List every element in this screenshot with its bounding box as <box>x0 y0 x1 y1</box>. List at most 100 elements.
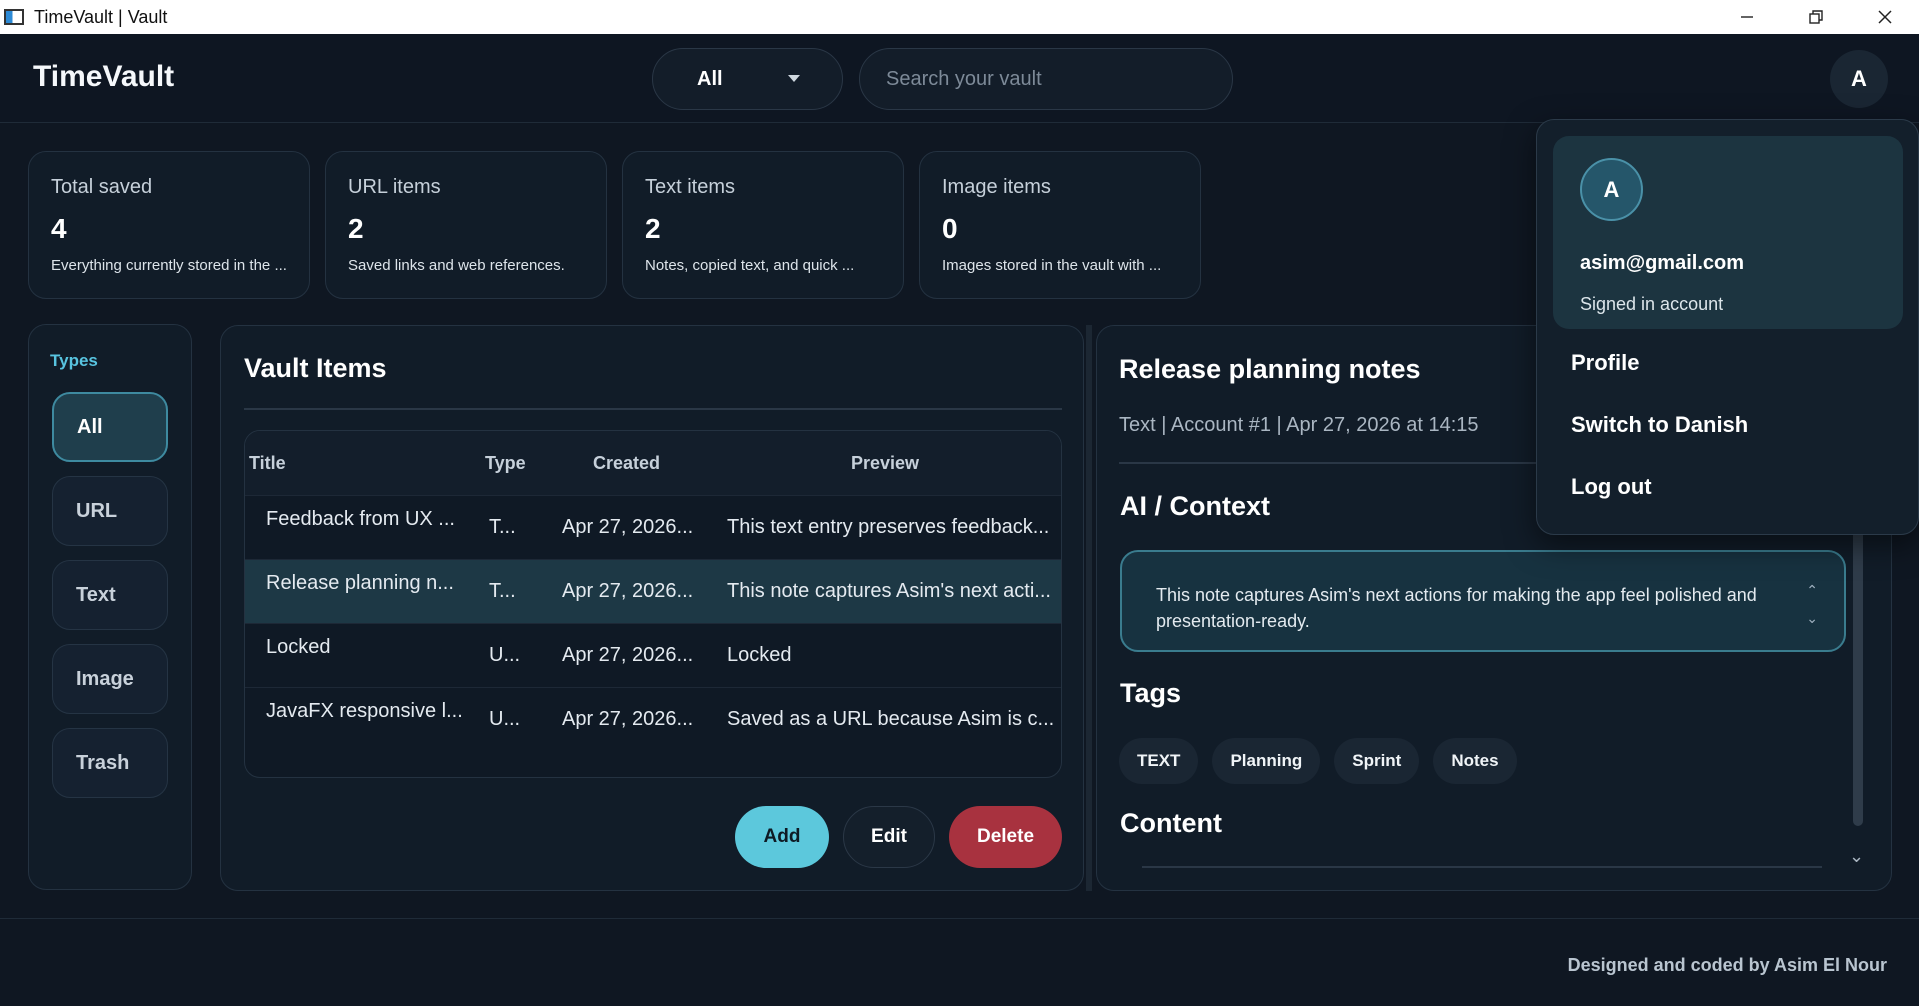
delete-button[interactable]: Delete <box>949 806 1062 868</box>
vault-items-table: Title Type Created Preview Feedback from… <box>244 430 1062 778</box>
cell-created: Apr 27, 2026... <box>562 708 694 730</box>
stat-value: 0 <box>942 213 958 244</box>
cell-title: Release planning n... <box>266 572 454 594</box>
stat-value: 4 <box>51 213 67 244</box>
scroll-down-chevron-icon[interactable]: ⌄ <box>1849 846 1864 867</box>
tag-chip[interactable]: Planning <box>1212 738 1321 784</box>
stat-card-total: Total saved 4 Everything currently store… <box>28 151 310 299</box>
cell-title: Feedback from UX ... <box>266 508 455 530</box>
vault-items-title: Vault Items <box>244 353 387 383</box>
avatar: A <box>1580 158 1643 221</box>
footer: Designed and coded by Asim El Nour <box>0 918 1919 1006</box>
table-row-selected[interactable]: Release planning n... T... Apr 27, 2026.… <box>245 559 1061 623</box>
ai-context-text: This note captures Asim's next actions f… <box>1156 585 1757 631</box>
restore-icon <box>1808 10 1823 24</box>
search-box[interactable] <box>859 48 1233 110</box>
profile-email: asim@gmail.com <box>1580 252 1745 274</box>
edit-button[interactable]: Edit <box>843 806 935 868</box>
footer-credit: Designed and coded by Asim El Nour <box>1567 955 1887 975</box>
detail-title: Release planning notes <box>1119 354 1421 384</box>
cell-title: JavaFX responsive l... <box>266 700 463 722</box>
caret-down-icon <box>788 75 800 82</box>
profile-dropdown-menu: A asim@gmail.com Signed in account Profi… <box>1536 119 1919 535</box>
tag-list: TEXT Planning Sprint Notes <box>1119 738 1517 784</box>
tag-chip[interactable]: TEXT <box>1119 738 1199 784</box>
minimize-icon <box>1740 16 1753 18</box>
tag-chip[interactable]: Notes <box>1433 738 1517 784</box>
window-controls <box>1712 0 1919 34</box>
detail-meta: Text | Account #1 | Apr 27, 2026 at 14:1… <box>1119 414 1479 436</box>
type-all-button[interactable]: All <box>52 392 168 462</box>
cell-preview: This text entry preserves feedback... <box>727 516 1050 538</box>
chevron-up-icon[interactable]: ⌃ <box>1806 576 1818 604</box>
add-button[interactable]: Add <box>735 806 829 868</box>
restore-button[interactable] <box>1781 0 1850 34</box>
table-row[interactable]: Feedback from UX ... T... Apr 27, 2026..… <box>245 495 1061 559</box>
divider <box>244 408 1062 410</box>
minimize-button[interactable] <box>1712 0 1781 34</box>
stat-label: Image items <box>942 176 1051 198</box>
stat-label: Text items <box>645 176 736 198</box>
table-row[interactable]: Locked U... Apr 27, 2026... Locked <box>245 623 1061 687</box>
ai-context-heading: AI / Context <box>1120 491 1271 521</box>
cell-preview: Locked <box>727 644 792 666</box>
types-title: Types <box>50 351 98 370</box>
panel-splitter[interactable] <box>1086 325 1092 891</box>
type-url-button[interactable]: URL <box>52 476 168 546</box>
stat-description: Saved links and web references. <box>348 257 565 274</box>
type-image-button[interactable]: Image <box>52 644 168 714</box>
menu-item-switch-language[interactable]: Switch to Danish <box>1571 412 1748 438</box>
close-icon <box>1877 10 1892 24</box>
profile-card: A asim@gmail.com Signed in account <box>1553 136 1903 329</box>
tag-chip[interactable]: Sprint <box>1334 738 1420 784</box>
type-filter-value: All <box>697 67 723 90</box>
window-title: TimeVault | Vault <box>34 6 168 27</box>
table-row[interactable]: JavaFX responsive l... U... Apr 27, 2026… <box>245 687 1061 751</box>
type-trash-button[interactable]: Trash <box>52 728 168 798</box>
vault-items-panel: Vault Items Title Type Created Preview F… <box>220 325 1084 891</box>
stat-description: Images stored in the vault with ... <box>942 257 1162 274</box>
stat-description: Everything currently stored in the ... <box>51 257 287 274</box>
stat-card-image: Image items 0 Images stored in the vault… <box>919 151 1201 299</box>
column-header-type[interactable]: Type <box>485 453 526 474</box>
cell-created: Apr 27, 2026... <box>562 516 694 538</box>
stat-card-url: URL items 2 Saved links and web referenc… <box>325 151 607 299</box>
column-header-created[interactable]: Created <box>593 453 660 474</box>
cell-created: Apr 27, 2026... <box>562 644 694 666</box>
brand-title: TimeVault <box>33 60 175 93</box>
window-titlebar: TimeVault | Vault <box>0 0 1919 34</box>
divider <box>1142 866 1822 868</box>
cell-preview: Saved as a URL because Asim is c... <box>727 708 1055 730</box>
type-filter-select[interactable]: All <box>652 48 843 110</box>
stat-value: 2 <box>645 213 661 244</box>
cell-title: Locked <box>266 636 331 658</box>
stat-value: 2 <box>348 213 364 244</box>
ai-context-box: This note captures Asim's next actions f… <box>1120 550 1846 652</box>
ai-context-scroll[interactable]: ⌃ ⌄ <box>1806 576 1818 632</box>
stat-label: Total saved <box>51 176 153 198</box>
content-heading: Content <box>1120 808 1222 838</box>
profile-status: Signed in account <box>1580 294 1724 314</box>
cell-type: U... <box>489 644 521 666</box>
cell-type: U... <box>489 708 521 730</box>
tags-heading: Tags <box>1120 678 1182 708</box>
cell-type: T... <box>489 580 516 602</box>
app-header: TimeVault All A <box>0 34 1919 123</box>
table-header: Title Type Created Preview <box>245 431 1061 495</box>
chevron-down-icon[interactable]: ⌄ <box>1806 604 1818 632</box>
stat-description: Notes, copied text, and quick ... <box>645 257 855 274</box>
column-header-preview[interactable]: Preview <box>851 453 919 474</box>
search-input[interactable] <box>886 67 1206 91</box>
stat-label: URL items <box>348 176 441 198</box>
account-avatar-button[interactable]: A <box>1830 50 1888 108</box>
menu-item-profile[interactable]: Profile <box>1571 350 1639 376</box>
types-panel: Types All URL Text Image Trash <box>28 324 192 890</box>
cell-created: Apr 27, 2026... <box>562 580 694 602</box>
menu-item-logout[interactable]: Log out <box>1571 474 1652 500</box>
app-window-icon <box>4 9 24 25</box>
stat-card-text: Text items 2 Notes, copied text, and qui… <box>622 151 904 299</box>
type-text-button[interactable]: Text <box>52 560 168 630</box>
column-header-title[interactable]: Title <box>249 453 286 474</box>
close-button[interactable] <box>1850 0 1919 34</box>
cell-preview: This note captures Asim's next acti... <box>727 580 1051 602</box>
